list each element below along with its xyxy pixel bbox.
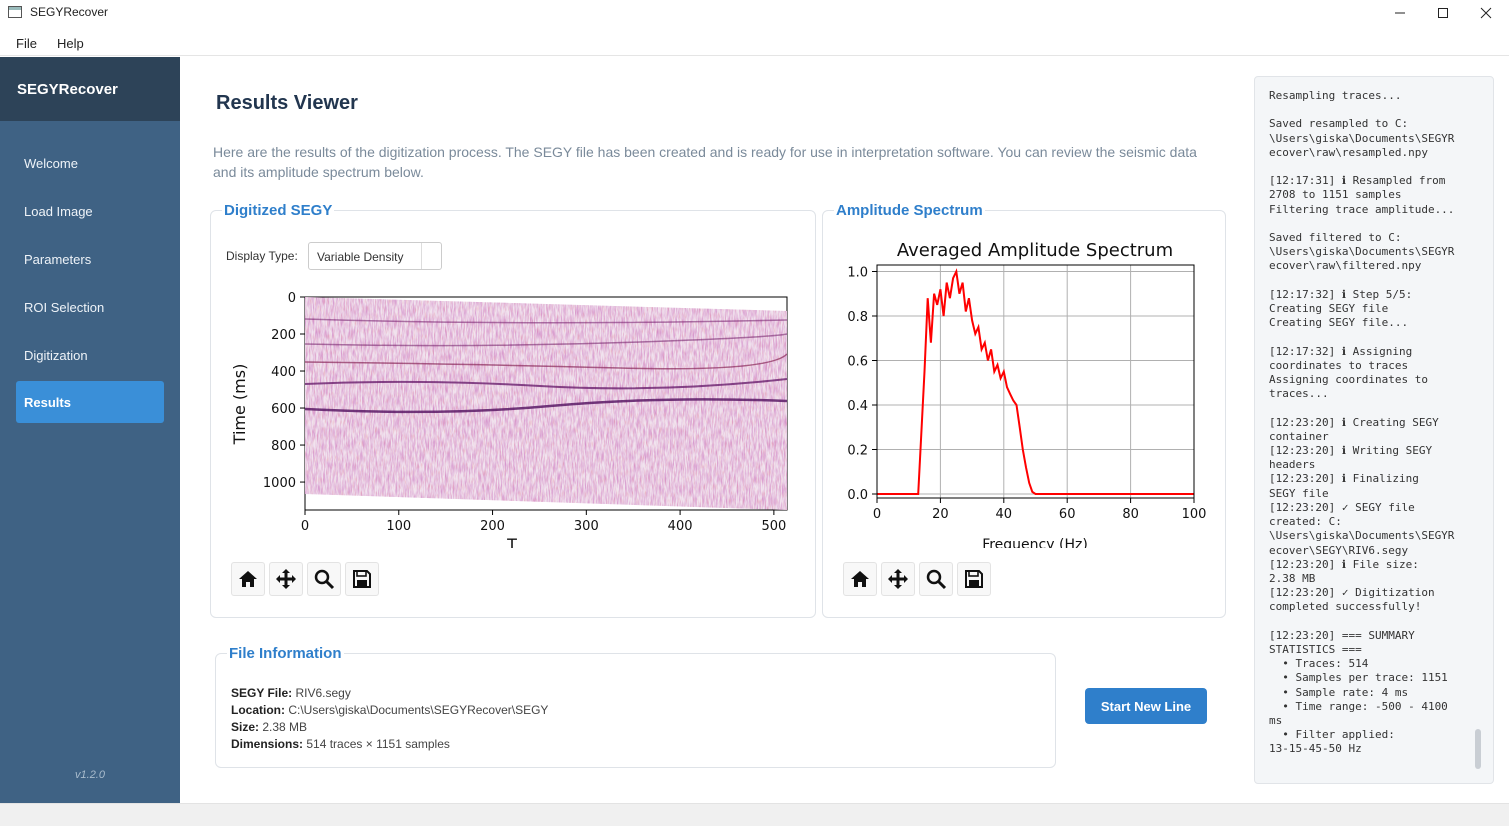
seismic-ylabel: Time (ms) [230, 364, 249, 446]
display-type-select[interactable]: Variable Density [308, 242, 442, 270]
log-scrollbar[interactable] [1475, 729, 1481, 769]
window-title: SEGYRecover [30, 5, 109, 19]
minimize-icon [1395, 12, 1405, 14]
file-info-row-location: Location: C:\Users\giska\Documents\SEGYR… [231, 703, 549, 717]
seismic-y-tick-label: 800 [271, 439, 296, 454]
display-type-label: Display Type: [226, 249, 298, 263]
seismic-x-tick-label: 300 [574, 519, 599, 534]
segy-panel-title: Digitized SEGY [222, 202, 335, 219]
seismic-x-tick-label: 0 [301, 519, 309, 534]
spectrum-chart[interactable]: Averaged Amplitude Spectrum 0 20 40 60 80 100… [830, 234, 1220, 548]
segy-toolbar [231, 562, 379, 596]
pan-icon [888, 569, 908, 589]
spectrum-x-tick-label: 40 [996, 507, 1013, 522]
close-button[interactable] [1463, 0, 1509, 26]
maximize-icon [1438, 8, 1448, 18]
file-info-row-size: Size: 2.38 MB [231, 720, 308, 734]
seismic-x-tick-label: 200 [480, 519, 505, 534]
save-icon [965, 570, 983, 588]
spectrum-x-tick-label: 60 [1059, 507, 1076, 522]
seismic-x-tick-label: 100 [386, 519, 411, 534]
spectrum-x-tick-label: 20 [932, 507, 949, 522]
seismic-noise [305, 297, 787, 510]
spectrum-y-tick-label: 0.0 [847, 488, 868, 503]
spectrum-x-tick-label: 80 [1122, 507, 1139, 522]
menu-file[interactable]: File [16, 36, 37, 51]
menu-bar: File Help [0, 30, 1509, 56]
sidebar-item-welcome[interactable]: Welcome [16, 142, 164, 184]
display-type-value: Variable Density [317, 250, 404, 264]
log-console[interactable]: Resampling traces... Saved resampled to … [1254, 76, 1494, 784]
spectrum-y-tick-label: 0.6 [847, 354, 868, 369]
seismic-y-tick-label: 200 [271, 328, 296, 343]
seismic-y-tick-label: 1000 [263, 476, 296, 491]
sidebar-item-digitization[interactable]: Digitization [16, 334, 164, 376]
seismic-y-tick-label: 600 [271, 402, 296, 417]
seismic-y-tick-label: 400 [271, 365, 296, 380]
home-icon [851, 571, 869, 587]
intro-text: Here are the results of the digitization… [213, 144, 1197, 180]
spectrum-pan-button[interactable] [881, 562, 915, 596]
sidebar-item-load-image[interactable]: Load Image [16, 190, 164, 232]
zoom-icon [314, 569, 335, 590]
menu-help[interactable]: Help [57, 36, 84, 51]
seismic-xlabel: T [506, 535, 517, 548]
sidebar-item-roi-selection[interactable]: ROI Selection [16, 286, 164, 328]
segy-home-button[interactable] [231, 562, 265, 596]
spectrum-home-button[interactable] [843, 562, 877, 596]
spectrum-y-tick-label: 0.8 [847, 310, 868, 325]
save-icon [353, 570, 371, 588]
minimize-button[interactable] [1377, 0, 1423, 26]
status-bar [0, 803, 1509, 826]
log-text: Resampling traces... Saved resampled to … [1269, 89, 1455, 756]
spectrum-y-tick-label: 0.4 [847, 399, 868, 414]
file-info-row-dimensions: Dimensions: 514 traces × 1151 samples [231, 737, 450, 751]
file-info-title: File Information [227, 645, 344, 662]
spectrum-line [877, 268, 1194, 495]
app-icon [8, 6, 22, 18]
segy-pan-button[interactable] [269, 562, 303, 596]
seismic-chart[interactable]: 0 100 200 300 400 500 0 200 400 600 800 1000 Time (… [220, 284, 805, 548]
chevron-down-icon [421, 243, 441, 269]
segy-save-button[interactable] [345, 562, 379, 596]
page-title: Results Viewer [216, 92, 358, 114]
title-bar: SEGYRecover [0, 0, 1509, 26]
version-label: v1.2.0 [75, 769, 105, 781]
spectrum-y-tick-label: 1.0 [847, 265, 868, 280]
home-icon [239, 571, 257, 587]
sidebar-item-results[interactable]: Results [16, 381, 164, 423]
spectrum-x-tick-label: 0 [873, 507, 881, 522]
spectrum-axes: 0 20 40 60 80 100 0.0 0.2 0.4 0.6 0.8 1.0 [847, 265, 1206, 522]
maximize-button[interactable] [1420, 0, 1466, 26]
start-new-line-button[interactable]: Start New Line [1085, 688, 1207, 724]
spectrum-panel-title: Amplitude Spectrum [834, 202, 985, 219]
seismic-y-tick-label: 0 [288, 291, 296, 306]
file-info-row-segy-file: SEGY File: RIV6.segy [231, 686, 351, 700]
close-icon [1480, 7, 1492, 19]
sidebar-item-parameters[interactable]: Parameters [16, 238, 164, 280]
sidebar: SEGYRecover Welcome Load Image Parameter… [0, 57, 180, 803]
spectrum-x-tick-label: 100 [1182, 507, 1207, 522]
seismic-x-tick-label: 400 [668, 519, 693, 534]
spectrum-y-tick-label: 0.2 [847, 443, 868, 458]
pan-icon [276, 569, 296, 589]
zoom-icon [926, 569, 947, 590]
sidebar-brand: SEGYRecover [0, 57, 180, 121]
seismic-x-tick-label: 500 [761, 519, 786, 534]
spectrum-xlabel: Frequency (Hz) [982, 537, 1088, 548]
spectrum-zoom-button[interactable] [919, 562, 953, 596]
spectrum-toolbar [843, 562, 991, 596]
segy-zoom-button[interactable] [307, 562, 341, 596]
spectrum-save-button[interactable] [957, 562, 991, 596]
spectrum-title: Averaged Amplitude Spectrum [897, 240, 1173, 261]
